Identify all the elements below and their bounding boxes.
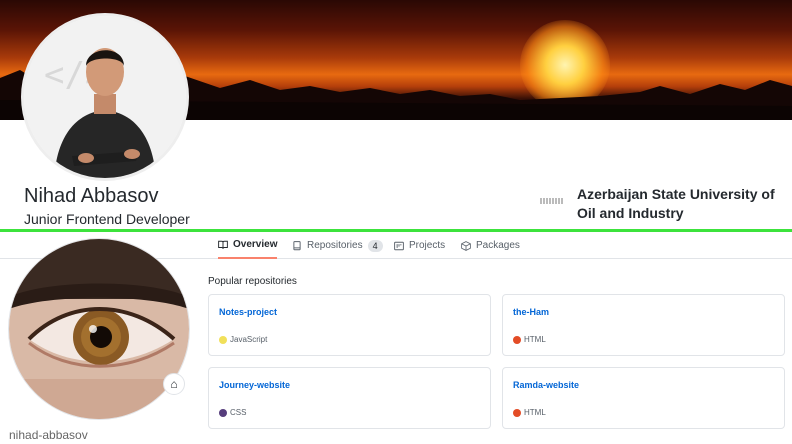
repo-language: HTML: [513, 408, 546, 417]
language-label: CSS: [230, 408, 247, 417]
repo-count-badge: 4: [367, 239, 383, 252]
repo-card: Ramda-website HTML: [502, 367, 785, 429]
package-icon: [461, 240, 471, 251]
user-avatar[interactable]: [9, 239, 189, 419]
language-color-dot: [513, 335, 521, 344]
language-color-dot: [513, 408, 521, 417]
project-icon: [394, 241, 404, 250]
tab-repositories[interactable]: Repositories 4: [292, 232, 383, 259]
tab-projects[interactable]: Projects: [394, 232, 445, 259]
tab-label: Packages: [476, 240, 520, 251]
repo-card: Journey-website CSS: [208, 367, 491, 429]
house-icon: ⌂: [170, 377, 178, 391]
repo-language: CSS: [219, 408, 246, 417]
university-logo: [540, 198, 564, 204]
repo-link[interactable]: Ramda-website: [513, 380, 579, 390]
language-label: JavaScript: [230, 335, 268, 344]
username: nihad-abbasov: [9, 428, 88, 442]
profile-name: Nihad Abbasov: [24, 185, 159, 207]
language-label: HTML: [524, 335, 546, 344]
repo-link[interactable]: Journey-website: [219, 380, 290, 390]
repo-card: Notes-project JavaScript: [208, 294, 491, 356]
popular-repos-title: Popular repositories: [208, 276, 297, 287]
tab-label: Overview: [233, 239, 278, 250]
repo-icon: [293, 240, 301, 250]
repo-card: the-Ham HTML: [502, 294, 785, 356]
profile-avatar: </>: [24, 16, 186, 178]
repo-language: JavaScript: [219, 335, 267, 344]
language-color-dot: [219, 335, 227, 344]
tab-packages[interactable]: Packages: [461, 232, 520, 259]
repo-link[interactable]: the-Ham: [513, 307, 549, 317]
repo-language: HTML: [513, 335, 546, 344]
tab-overview[interactable]: Overview: [218, 232, 278, 259]
university-name: Azerbaijan State University of Oil and I…: [577, 186, 775, 221]
repo-link[interactable]: Notes-project: [219, 307, 277, 317]
profile-title: Junior Frontend Developer: [24, 211, 190, 227]
tab-label: Repositories: [307, 240, 363, 251]
tab-label: Projects: [409, 240, 446, 251]
language-color-dot: [219, 408, 227, 417]
language-label: HTML: [524, 408, 546, 417]
book-icon: [218, 240, 228, 249]
set-status-button[interactable]: ⌂: [163, 373, 185, 395]
